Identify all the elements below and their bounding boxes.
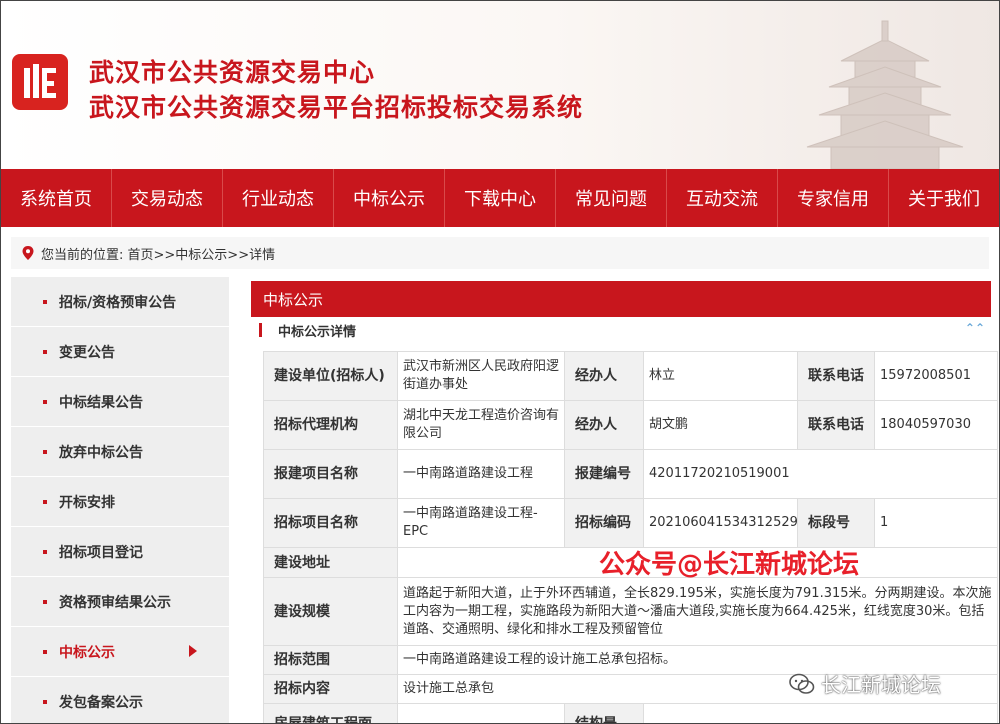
heading-accent-bar	[259, 323, 262, 337]
sidebar-item-label: 中标结果公告	[59, 394, 143, 411]
nav-interaction[interactable]: 互动交流	[667, 169, 778, 227]
nav-about[interactable]: 关于我们	[889, 169, 999, 227]
field-label: 联系电话	[797, 351, 875, 401]
field-value: 武汉市新洲区人民政府阳逻街道办事处	[397, 351, 565, 401]
field-value: 15972008501	[874, 351, 998, 401]
watermark-red: 公众号@长江新城论坛	[599, 550, 860, 580]
bullet-icon	[43, 399, 47, 404]
field-label: 联系电话	[797, 400, 875, 450]
field-label: 报建项目名称	[263, 449, 398, 499]
field-value: 18040597030	[874, 400, 998, 450]
bullet-icon	[43, 499, 47, 504]
field-label: 房屋建筑工程面	[263, 703, 398, 723]
watermark-wechat-text: 长江新城论坛	[821, 673, 941, 697]
field-label: 报建编号	[564, 449, 644, 499]
field-label: 标段号	[797, 498, 875, 548]
nav-trade-news[interactable]: 交易动态	[112, 169, 223, 227]
field-value: 湖北中天龙工程造价咨询有限公司	[397, 400, 565, 450]
sidebar-item-change-notice[interactable]: 变更公告	[11, 327, 229, 377]
sidebar-item-label: 中标公示	[59, 644, 115, 661]
main-nav: 系统首页 交易动态 行业动态 中标公示 下载中心 常见问题 互动交流 专家信用 …	[1, 169, 999, 227]
field-value: 一中南路道路建设工程	[397, 449, 565, 499]
sidebar-item-label: 变更公告	[59, 344, 115, 361]
active-arrow-icon	[189, 645, 197, 657]
field-label: 招标范围	[263, 645, 398, 675]
nav-home[interactable]: 系统首页	[1, 169, 112, 227]
field-value: 1	[874, 498, 998, 548]
field-label: 招标代理机构	[263, 400, 398, 450]
sidebar-item-project-registration[interactable]: 招标项目登记	[11, 527, 229, 577]
table-row: 建设单位(招标人) 武汉市新洲区人民政府阳逻街道办事处 经办人 林立 联系电话 …	[263, 351, 998, 401]
bullet-icon	[43, 449, 47, 454]
sidebar-item-label: 资格预审结果公示	[59, 594, 171, 611]
bullet-icon	[43, 549, 47, 554]
yellow-crane-tower-illustration	[806, 20, 964, 169]
sidebar-item-award-result[interactable]: 中标结果公告	[11, 377, 229, 427]
wechat-icon	[789, 673, 815, 694]
detail-subheading-text: 中标公示详情	[278, 324, 357, 340]
sidebar-item-label: 放弃中标公告	[59, 444, 143, 461]
sidebar-item-contract-filing[interactable]: 发包备案公示	[11, 677, 229, 723]
sidebar-item-bid-opening[interactable]: 开标安排	[11, 477, 229, 527]
field-label: 招标内容	[263, 674, 398, 704]
nav-downloads[interactable]: 下载中心	[445, 169, 556, 227]
detail-subheading: 中标公示详情 ⌃⌃	[251, 319, 991, 341]
site-subtitle: 武汉市公共资源交易平台招标投标交易系统	[89, 93, 584, 122]
field-value: 202106041534312529	[643, 498, 798, 548]
site-title: 武汉市公共资源交易中心	[89, 58, 376, 87]
field-label: 建设规模	[263, 577, 398, 646]
sidebar-item-label: 招标项目登记	[59, 544, 143, 561]
table-row: 房屋建筑工程面 结构是	[263, 703, 998, 723]
table-row: 建设规模 道路起于新阳大道，止于外环西辅道，全长829.195米，实施长度为79…	[263, 577, 998, 646]
field-label: 招标项目名称	[263, 498, 398, 548]
section-heading: 中标公示	[251, 281, 991, 317]
field-value: 42011720210519001	[643, 449, 998, 499]
field-label: 建设单位(招标人)	[263, 351, 398, 401]
watermark-wechat: 长江新城论坛	[789, 669, 941, 698]
sidebar-item-prequal-result[interactable]: 资格预审结果公示	[11, 577, 229, 627]
nav-industry-news[interactable]: 行业动态	[223, 169, 334, 227]
breadcrumb-text[interactable]: 您当前的位置: 首页>>中标公示>>详情	[41, 244, 275, 263]
bullet-icon	[43, 699, 47, 704]
field-label: 结构是	[564, 703, 644, 723]
field-value: 一中南路道路建设工程-EPC	[397, 498, 565, 548]
sidebar: 招标/资格预审公告 变更公告 中标结果公告 放弃中标公告 开标安排 招标项目登记…	[11, 277, 229, 723]
collapse-up-icon[interactable]: ⌃⌃	[965, 321, 985, 335]
nav-award-notice[interactable]: 中标公示	[334, 169, 445, 227]
field-label: 经办人	[564, 351, 644, 401]
bullet-icon	[43, 649, 47, 654]
field-value	[643, 703, 998, 723]
bullet-icon	[43, 349, 47, 354]
site-logo[interactable]	[12, 54, 68, 110]
page: 武汉市公共资源交易中心 武汉市公共资源交易平台招标投标交易系统 系统首页 交易动…	[0, 0, 1000, 724]
sidebar-item-award-abandon[interactable]: 放弃中标公告	[11, 427, 229, 477]
nav-expert-credit[interactable]: 专家信用	[778, 169, 889, 227]
nav-faq[interactable]: 常见问题	[556, 169, 667, 227]
table-row: 招标项目名称 一中南路道路建设工程-EPC 招标编码 2021060415343…	[263, 498, 998, 548]
site-header: 武汉市公共资源交易中心 武汉市公共资源交易平台招标投标交易系统	[1, 1, 999, 169]
field-value: 林立	[643, 351, 798, 401]
sidebar-item-label: 开标安排	[59, 494, 115, 511]
field-value: 胡文鹏	[643, 400, 798, 450]
field-value	[397, 703, 565, 723]
field-label: 招标编码	[564, 498, 644, 548]
table-row: 招标代理机构 湖北中天龙工程造价咨询有限公司 经办人 胡文鹏 联系电话 1804…	[263, 400, 998, 450]
bullet-icon	[43, 599, 47, 604]
field-label: 建设地址	[263, 547, 398, 578]
sidebar-item-award-notice[interactable]: 中标公示	[11, 627, 229, 677]
field-label: 经办人	[564, 400, 644, 450]
sidebar-item-tender-notice[interactable]: 招标/资格预审公告	[11, 277, 229, 327]
field-value: 道路起于新阳大道，止于外环西辅道，全长829.195米，实施长度为791.315…	[397, 577, 998, 646]
bullet-icon	[43, 299, 47, 304]
sidebar-item-label: 发包备案公示	[59, 694, 143, 711]
breadcrumb: 您当前的位置: 首页>>中标公示>>详情	[11, 237, 989, 269]
location-pin-icon	[22, 246, 34, 260]
sidebar-item-label: 招标/资格预审公告	[59, 294, 177, 311]
table-row: 报建项目名称 一中南路道路建设工程 报建编号 42011720210519001	[263, 449, 998, 499]
